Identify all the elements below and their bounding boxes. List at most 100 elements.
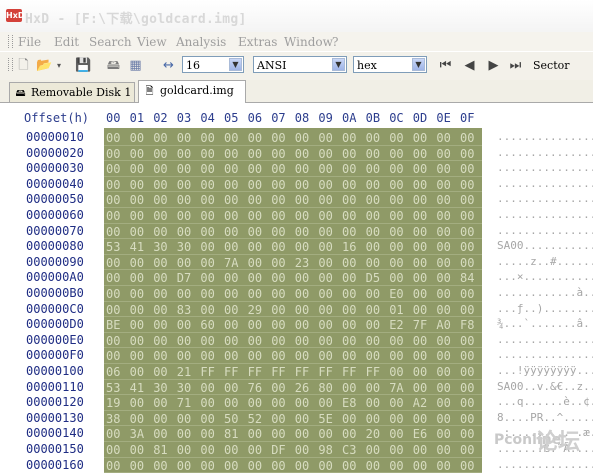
- hex-byte[interactable]: FF: [295, 365, 309, 379]
- hex-byte[interactable]: 00: [271, 240, 285, 254]
- hex-byte[interactable]: 7A: [389, 381, 403, 395]
- hex-byte[interactable]: 00: [177, 147, 191, 161]
- hex-byte[interactable]: 00: [460, 412, 474, 426]
- hex-byte[interactable]: 00: [248, 256, 262, 270]
- hex-byte[interactable]: 00: [177, 256, 191, 270]
- hex-byte[interactable]: 00: [271, 209, 285, 223]
- hex-byte[interactable]: 00: [436, 459, 450, 473]
- hex-byte[interactable]: 00: [342, 209, 356, 223]
- hex-byte[interactable]: 00: [342, 318, 356, 332]
- menu-file[interactable]: File: [18, 35, 41, 49]
- hex-byte[interactable]: 00: [130, 412, 144, 426]
- hex-byte[interactable]: 00: [200, 225, 214, 239]
- hex-byte[interactable]: 00: [318, 427, 332, 441]
- ascii-row[interactable]: ............à...: [497, 286, 593, 301]
- hex-byte[interactable]: 00: [130, 178, 144, 192]
- hex-byte[interactable]: 50: [224, 412, 238, 426]
- hex-byte[interactable]: 00: [224, 209, 238, 223]
- hex-byte[interactable]: 00: [413, 443, 427, 457]
- hex-byte[interactable]: 00: [366, 240, 380, 254]
- hex-byte[interactable]: 00: [130, 318, 144, 332]
- hex-byte[interactable]: 21: [177, 365, 191, 379]
- hex-row[interactable]: 00 00 00 00 00 00 00 00 00 00 00 00 00 00 00 00: [104, 177, 482, 192]
- hex-byte[interactable]: 00: [224, 459, 238, 473]
- hex-row[interactable]: 00 00 00 00 00 00 00 00 00 00 00 00 E0 00 00 00: [104, 286, 482, 301]
- hex-row[interactable]: 00 00 81 00 00 00 00 DF 00 98 C3 00 00 00 00 00: [104, 442, 482, 457]
- hex-byte[interactable]: 00: [295, 303, 309, 317]
- hex-byte[interactable]: 30: [153, 381, 167, 395]
- hex-byte[interactable]: 00: [366, 318, 380, 332]
- hex-byte[interactable]: 00: [366, 162, 380, 176]
- hex-byte[interactable]: 00: [318, 193, 332, 207]
- hex-byte[interactable]: 00: [460, 303, 474, 317]
- hex-byte[interactable]: 00: [153, 287, 167, 301]
- ascii-row[interactable]: ...ƒ..).........: [497, 302, 593, 317]
- hex-byte[interactable]: 00: [200, 381, 214, 395]
- hex-byte[interactable]: 00: [389, 178, 403, 192]
- ascii-row[interactable]: ................: [497, 130, 593, 145]
- hex-byte[interactable]: 00: [271, 193, 285, 207]
- hex-row[interactable]: 00 00 00 D7 00 00 00 00 00 00 00 D5 00 00 00 84: [104, 270, 482, 285]
- charset-select[interactable]: ANSI ▼: [253, 56, 347, 73]
- hex-byte[interactable]: 00: [130, 162, 144, 176]
- hex-byte[interactable]: 00: [177, 193, 191, 207]
- hex-byte[interactable]: 16: [342, 240, 356, 254]
- hex-byte[interactable]: E2: [389, 318, 403, 332]
- hex-byte[interactable]: 00: [436, 131, 450, 145]
- hex-byte[interactable]: 00: [153, 334, 167, 348]
- hex-byte[interactable]: DF: [271, 443, 285, 457]
- hex-byte[interactable]: 00: [436, 209, 450, 223]
- hex-byte[interactable]: 00: [271, 459, 285, 473]
- tab-removable-disk[interactable]: 🖴 Removable Disk 1: [9, 82, 135, 102]
- hex-byte[interactable]: 00: [153, 256, 167, 270]
- hex-byte[interactable]: 00: [224, 334, 238, 348]
- hex-byte[interactable]: 00: [318, 162, 332, 176]
- hex-byte[interactable]: 00: [271, 349, 285, 363]
- hex-byte[interactable]: 00: [177, 349, 191, 363]
- hex-byte[interactable]: 00: [318, 147, 332, 161]
- hex-byte[interactable]: 7A: [224, 256, 238, 270]
- hex-byte[interactable]: 00: [460, 209, 474, 223]
- hex-byte[interactable]: 01: [389, 303, 403, 317]
- hex-byte[interactable]: 00: [342, 427, 356, 441]
- hex-byte[interactable]: 00: [389, 349, 403, 363]
- hex-byte[interactable]: 00: [413, 334, 427, 348]
- hex-byte[interactable]: E6: [413, 427, 427, 441]
- hex-byte[interactable]: 00: [177, 209, 191, 223]
- hex-byte[interactable]: 00: [248, 459, 262, 473]
- hex-byte[interactable]: 00: [271, 162, 285, 176]
- hex-byte[interactable]: A2: [413, 396, 427, 410]
- hex-row[interactable]: 53 41 30 30 00 00 00 00 00 00 16 00 00 00 00 00: [104, 239, 482, 254]
- hex-byte[interactable]: 00: [271, 412, 285, 426]
- hex-byte[interactable]: 00: [413, 365, 427, 379]
- hex-byte[interactable]: 00: [106, 162, 120, 176]
- hex-byte[interactable]: 00: [224, 271, 238, 285]
- hex-byte[interactable]: 00: [224, 162, 238, 176]
- hex-byte[interactable]: 81: [224, 427, 238, 441]
- hex-byte[interactable]: 00: [342, 334, 356, 348]
- menu-search[interactable]: Search: [89, 35, 132, 49]
- hex-byte[interactable]: 00: [106, 303, 120, 317]
- hex-byte[interactable]: 00: [318, 396, 332, 410]
- hex-byte[interactable]: 00: [224, 193, 238, 207]
- hex-byte[interactable]: 00: [389, 240, 403, 254]
- hex-byte[interactable]: F8: [460, 318, 474, 332]
- hex-byte[interactable]: 00: [413, 459, 427, 473]
- hex-byte[interactable]: 00: [106, 443, 120, 457]
- hex-byte[interactable]: 00: [177, 162, 191, 176]
- hex-byte[interactable]: 00: [295, 443, 309, 457]
- hex-byte[interactable]: 00: [200, 443, 214, 457]
- hex-byte[interactable]: 00: [200, 209, 214, 223]
- hex-byte[interactable]: 00: [389, 193, 403, 207]
- hex-byte[interactable]: 00: [295, 162, 309, 176]
- chevron-down-icon[interactable]: ▼: [229, 58, 242, 71]
- hex-byte[interactable]: 00: [342, 225, 356, 239]
- hex-byte[interactable]: 00: [342, 147, 356, 161]
- hex-byte[interactable]: 00: [413, 225, 427, 239]
- hex-byte[interactable]: 00: [342, 256, 356, 270]
- hex-byte[interactable]: 00: [436, 303, 450, 317]
- hex-byte[interactable]: FF: [342, 365, 356, 379]
- hex-byte[interactable]: 00: [318, 287, 332, 301]
- hex-byte[interactable]: 81: [153, 443, 167, 457]
- hex-byte[interactable]: 53: [106, 381, 120, 395]
